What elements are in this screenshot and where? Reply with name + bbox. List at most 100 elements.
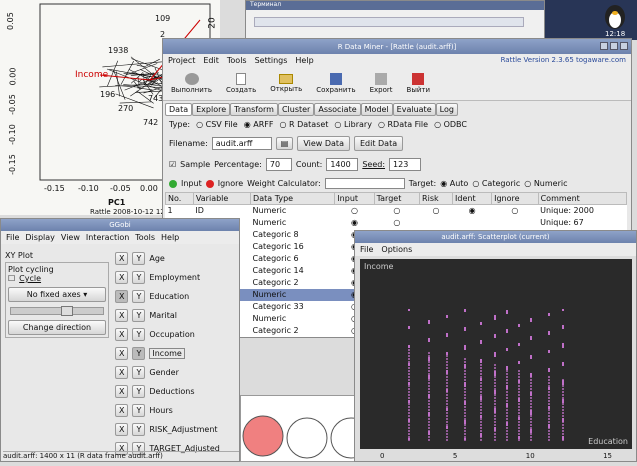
column-header[interactable]: Variable bbox=[193, 193, 250, 205]
column-header[interactable]: Input bbox=[335, 193, 374, 205]
file-browse-button[interactable]: ▤ bbox=[276, 137, 294, 150]
table-cell[interactable] bbox=[492, 217, 539, 229]
y-toggle[interactable]: Y bbox=[132, 252, 145, 265]
tab-transform[interactable]: Transform bbox=[230, 103, 278, 116]
version-link[interactable]: Rattle Version 2.3.65 togaware.com bbox=[501, 56, 626, 65]
y-toggle[interactable]: Y bbox=[132, 423, 145, 436]
count-spin[interactable]: 1400 bbox=[326, 158, 358, 171]
export-button[interactable]: Export bbox=[370, 73, 393, 95]
scatter-menu-options[interactable]: Options bbox=[381, 245, 412, 254]
table-cell[interactable]: ○ bbox=[492, 205, 539, 217]
scatter-titlebar[interactable]: audit.arff: Scatterplot (current) bbox=[355, 231, 636, 243]
radio-odbc[interactable]: ○ ODBC bbox=[434, 120, 467, 129]
fixed-axes-select[interactable]: No fixed axes ▾ bbox=[8, 287, 106, 302]
clock[interactable]: 12:18 bbox=[605, 30, 625, 38]
table-cell[interactable]: ◉ bbox=[335, 217, 374, 229]
radio-arff[interactable]: ◉ ARFF bbox=[244, 120, 274, 129]
column-header[interactable]: Ident bbox=[453, 193, 492, 205]
scatter-menu-file[interactable]: File bbox=[360, 245, 373, 254]
cycle-checkbox[interactable]: ☐ bbox=[8, 274, 15, 283]
y-toggle[interactable]: Y bbox=[132, 366, 145, 379]
x-toggle[interactable]: X bbox=[115, 328, 128, 341]
ggobi-menu-help[interactable]: Help bbox=[161, 233, 179, 242]
slider[interactable] bbox=[10, 307, 104, 315]
input-button[interactable]: Input bbox=[181, 179, 202, 188]
seed-spin[interactable]: 123 bbox=[389, 158, 421, 171]
percentage-spin[interactable]: 70 bbox=[266, 158, 292, 171]
tab-evaluate[interactable]: Evaluate bbox=[393, 103, 436, 116]
y-toggle[interactable]: Y bbox=[132, 328, 145, 341]
y-toggle[interactable]: Y bbox=[132, 309, 145, 322]
menu-settings[interactable]: Settings bbox=[255, 56, 288, 65]
tab-associate[interactable]: Associate bbox=[314, 103, 360, 116]
column-header[interactable]: Risk bbox=[420, 193, 453, 205]
scatter-canvas[interactable]: Income Education bbox=[360, 259, 632, 449]
x-toggle[interactable]: X bbox=[115, 309, 128, 322]
ggobi-titlebar[interactable]: GGobi bbox=[1, 219, 239, 231]
quit-button[interactable]: Выйти bbox=[407, 73, 431, 95]
tab-model[interactable]: Model bbox=[361, 103, 393, 116]
radio-library[interactable]: ○ Library bbox=[334, 120, 372, 129]
save-button[interactable]: Сохранить bbox=[316, 73, 355, 95]
target-numeric[interactable]: ○ Numeric bbox=[524, 179, 567, 188]
filename-chooser[interactable]: audit.arff bbox=[212, 137, 272, 150]
x-toggle[interactable]: X bbox=[115, 404, 128, 417]
ignore-button[interactable]: Ignore bbox=[218, 179, 243, 188]
tab-data[interactable]: Data bbox=[165, 103, 192, 116]
tab-log[interactable]: Log bbox=[436, 103, 458, 116]
y-toggle[interactable]: Y bbox=[132, 347, 145, 360]
minimize-icon[interactable] bbox=[600, 42, 608, 50]
table-cell[interactable]: ○ bbox=[374, 217, 419, 229]
table-cell[interactable] bbox=[420, 217, 453, 229]
close-icon[interactable] bbox=[620, 42, 628, 50]
view-data-button[interactable]: View Data bbox=[297, 136, 350, 151]
change-direction-button[interactable]: Change direction bbox=[8, 320, 106, 335]
x-toggle[interactable]: X bbox=[115, 347, 128, 360]
target-auto[interactable]: ◉ Auto bbox=[440, 179, 468, 188]
column-header[interactable]: Ignore bbox=[492, 193, 539, 205]
x-toggle[interactable]: X bbox=[115, 423, 128, 436]
ggobi-menu-display[interactable]: Display bbox=[25, 233, 55, 242]
radio-csv[interactable]: ○ CSV File bbox=[196, 120, 238, 129]
menu-help[interactable]: Help bbox=[295, 56, 313, 65]
column-header[interactable]: Target bbox=[374, 193, 419, 205]
maximize-icon[interactable] bbox=[610, 42, 618, 50]
new-button[interactable]: Создать bbox=[226, 73, 256, 95]
table-cell[interactable] bbox=[453, 217, 492, 229]
y-toggle[interactable]: Y bbox=[132, 404, 145, 417]
column-header[interactable]: Data Type bbox=[251, 193, 335, 205]
target-categoric[interactable]: ○ Categoric bbox=[472, 179, 520, 188]
column-header[interactable]: Comment bbox=[538, 193, 626, 205]
table-cell[interactable]: ◉ bbox=[453, 205, 492, 217]
y-toggle[interactable]: Y bbox=[132, 385, 145, 398]
menu-tools[interactable]: Tools bbox=[227, 56, 247, 65]
table-cell[interactable]: ○ bbox=[335, 205, 374, 217]
ggobi-menu-interaction[interactable]: Interaction bbox=[86, 233, 129, 242]
tab-cluster[interactable]: Cluster bbox=[278, 103, 314, 116]
table-row[interactable]: 1IDNumeric○○○◉○Unique: 2000 bbox=[166, 205, 627, 217]
ggobi-window[interactable]: GGobi File Display View Interaction Tool… bbox=[0, 218, 240, 462]
weight-input[interactable] bbox=[325, 178, 405, 189]
y-toggle[interactable]: Y bbox=[132, 290, 145, 303]
ggobi-menu-file[interactable]: File bbox=[6, 233, 19, 242]
x-toggle[interactable]: X bbox=[115, 385, 128, 398]
table-cell[interactable]: ○ bbox=[374, 205, 419, 217]
ggobi-menu-tools[interactable]: Tools bbox=[135, 233, 155, 242]
x-toggle[interactable]: X bbox=[115, 252, 128, 265]
column-header[interactable]: No. bbox=[166, 193, 194, 205]
rattle-titlebar[interactable]: R Data Miner - [Rattle (audit.arff)] bbox=[163, 39, 631, 54]
x-toggle[interactable]: X bbox=[115, 366, 128, 379]
sample-checkbox[interactable]: ☑ bbox=[169, 160, 176, 169]
open-button[interactable]: Открыть bbox=[270, 74, 302, 94]
x-toggle[interactable]: X bbox=[115, 271, 128, 284]
edit-data-button[interactable]: Edit Data bbox=[354, 136, 403, 151]
execute-button[interactable]: Выполнить bbox=[171, 73, 212, 95]
scatterplot-window[interactable]: audit.arff: Scatterplot (current) File O… bbox=[354, 230, 637, 462]
radio-rdataset[interactable]: ○ R Dataset bbox=[279, 120, 328, 129]
menu-project[interactable]: Project bbox=[168, 56, 195, 65]
tab-explore[interactable]: Explore bbox=[192, 103, 230, 116]
y-toggle[interactable]: Y bbox=[132, 271, 145, 284]
menu-edit[interactable]: Edit bbox=[203, 56, 219, 65]
table-cell[interactable]: ○ bbox=[420, 205, 453, 217]
ggobi-menu-view[interactable]: View bbox=[61, 233, 80, 242]
